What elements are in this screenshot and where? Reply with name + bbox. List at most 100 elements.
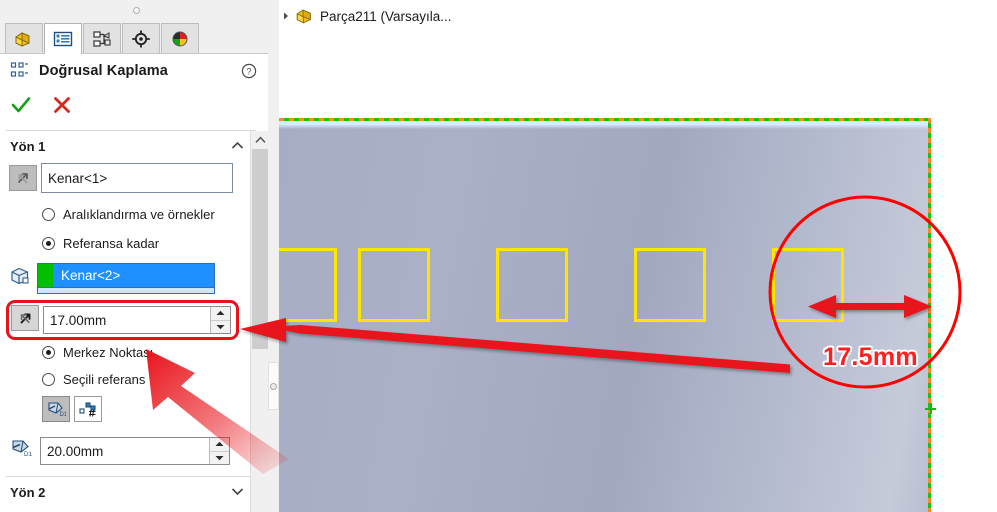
tab-feature-manager-tree[interactable]	[5, 23, 43, 53]
splitter-dot-icon	[270, 382, 277, 390]
pattern-preview-square	[496, 248, 568, 322]
section-title-direction2: Yön 2	[10, 484, 46, 500]
tab-appearance-manager[interactable]	[161, 23, 199, 53]
centroid-dimension-toggle[interactable]: D1	[42, 396, 70, 422]
radio-centroid[interactable]: Merkez Noktası	[42, 345, 153, 360]
spin-down-icon	[216, 324, 225, 329]
radio-selected-reference-label: Seçili referans	[63, 372, 146, 387]
manager-tab-strip	[0, 19, 270, 54]
dimension-d1-icon: D1	[12, 440, 32, 458]
svg-text:?: ?	[246, 67, 251, 77]
panel-title-bar	[0, 0, 270, 20]
instances-spin-up-button[interactable]	[210, 438, 229, 452]
selected-reference-edge[interactable]	[928, 118, 931, 512]
reference-geometry-value: Kenar<2>	[61, 268, 121, 283]
radio-up-to-reference[interactable]: Referansa kadar	[42, 236, 159, 251]
svg-text:D1: D1	[24, 451, 32, 458]
reference-geometry-row: Kenar<2>	[9, 263, 215, 294]
help-question-icon[interactable]: ?	[241, 63, 257, 79]
reverse-direction-icon	[20, 313, 30, 323]
spin-down-icon	[215, 455, 224, 460]
radio-spacing-instances-label: Aralıklandırma ve örnekler	[63, 207, 215, 222]
color-ball-icon	[172, 31, 188, 46]
reference-point-marker-icon	[925, 403, 936, 414]
chevron-up-icon[interactable]	[231, 141, 244, 150]
green-check-icon[interactable]	[10, 94, 32, 116]
offset-spin-arrows	[210, 307, 230, 333]
property-manager-panel: Doğrusal Kaplama ? Yön 1 Kenar<1> Aralık…	[0, 0, 270, 512]
crosshair-target-icon	[132, 30, 150, 47]
red-x-icon[interactable]	[52, 95, 72, 115]
panel-scroll-thumb[interactable]	[252, 149, 268, 349]
section-divider-direction2	[6, 476, 256, 477]
reference-mode-toggles: D1	[42, 396, 102, 422]
panel-scroll-up-button[interactable]	[251, 131, 269, 148]
pattern-direction-button[interactable]	[9, 165, 37, 191]
instances-value: 20.00mm	[47, 443, 104, 459]
spin-up-icon	[215, 442, 224, 447]
feature-tree-strip: Parça211 (Varsayıla...	[279, 0, 997, 110]
property-manager-header: Doğrusal Kaplama ?	[0, 54, 270, 88]
linear-pattern-icon	[10, 62, 28, 77]
tab-display-manager[interactable]	[122, 23, 160, 53]
radio-up-to-reference-dot[interactable]	[42, 237, 55, 250]
pattern-preview-square	[634, 248, 706, 322]
reverse-direction-button[interactable]	[11, 305, 39, 331]
panel-grip-dot-icon[interactable]	[133, 7, 140, 14]
section-title-direction1: Yön 1	[10, 138, 46, 154]
part-top-highlight	[279, 120, 930, 129]
instances-spin-arrows	[209, 438, 229, 464]
instances-icon-row: D1	[10, 438, 32, 458]
tree-root-label: Parça211 (Varsayıla...	[320, 8, 452, 24]
tree-expand-arrow-icon[interactable]	[279, 11, 293, 21]
property-list-icon	[53, 31, 73, 47]
chevron-down-icon[interactable]	[231, 487, 244, 496]
reference-solid-icon	[11, 267, 29, 284]
part-document-icon	[296, 9, 311, 24]
property-manager-actions	[0, 90, 270, 120]
direction1-edge-value: Kenar<1>	[48, 170, 108, 186]
svg-text:D1: D1	[60, 412, 67, 418]
panel-scrollbar[interactable]	[250, 131, 269, 512]
instances-hash-icon	[79, 402, 96, 417]
bounding-box-toggle[interactable]	[74, 396, 102, 422]
reference-geometry-list-extra	[37, 288, 215, 294]
section-divider-top	[6, 130, 256, 131]
reference-geometry-field[interactable]: Kenar<2>	[37, 263, 215, 288]
section-header-direction1[interactable]: Yön 1	[0, 132, 258, 160]
pattern-direction-icon	[17, 172, 28, 183]
spin-up-icon	[216, 311, 225, 316]
instances-spin-down-button[interactable]	[210, 451, 229, 464]
tab-configuration-manager[interactable]	[83, 23, 121, 53]
pattern-preview-square	[358, 248, 430, 322]
radio-selected-reference-dot[interactable]	[42, 373, 55, 386]
direction1-edge-field[interactable]: Kenar<1>	[41, 163, 233, 193]
yellow-part-icon	[15, 31, 30, 47]
radio-spacing-instances[interactable]: Aralıklandırma ve örnekler	[42, 207, 215, 222]
offset-distance-value: 17.00mm	[50, 312, 107, 328]
splitter-handle[interactable]	[268, 362, 279, 410]
radio-selected-reference[interactable]: Seçili referans	[42, 372, 145, 387]
graphics-viewport[interactable]	[279, 110, 997, 512]
configuration-icon	[93, 30, 111, 47]
offset-distance-spinner[interactable]: 17.00mm	[43, 306, 231, 334]
scroll-up-icon	[254, 136, 266, 143]
radio-spacing-instances-dot[interactable]	[42, 208, 55, 221]
dimension-d1-icon: D1	[48, 402, 67, 418]
dimension-callout-label: 17.5mm	[823, 343, 918, 371]
instances-spinner[interactable]: 20.00mm	[40, 437, 230, 465]
pattern-preview-square	[772, 248, 844, 322]
radio-centroid-label: Merkez Noktası	[63, 345, 154, 360]
radio-up-to-reference-label: Referansa kadar	[63, 236, 160, 251]
part-top-edge	[279, 118, 930, 121]
solidworks-window: Doğrusal Kaplama ? Yön 1 Kenar<1> Aralık…	[0, 0, 997, 512]
offset-distance-row	[11, 305, 39, 331]
selection-color-chip	[38, 264, 53, 287]
radio-centroid-dot[interactable]	[42, 346, 55, 359]
offset-spin-down-button[interactable]	[211, 320, 230, 333]
offset-spin-up-button[interactable]	[211, 307, 230, 321]
tree-root-item[interactable]: Parça211 (Varsayıla...	[279, 5, 452, 27]
section-header-direction2[interactable]: Yön 2	[0, 478, 258, 506]
tab-property-manager[interactable]	[44, 23, 82, 54]
page-title: Doğrusal Kaplama	[39, 63, 168, 79]
